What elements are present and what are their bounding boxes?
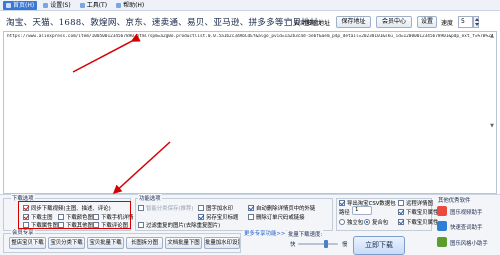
download-options-title: 下载选项 [11,194,35,202]
url-textarea[interactable]: https://www.aliexpress.com/item/10050012… [3,31,497,194]
checkbox[interactable] [93,214,99,220]
option-main-image[interactable]: 下载主图 [23,213,53,221]
radio-standalone[interactable]: 独立包 [339,218,363,226]
help-icon [116,2,122,8]
option-remote-detail[interactable]: 远程详情图 [398,199,433,207]
option-smart-save[interactable]: 智能分类保存(推荐) [138,204,193,212]
batch-download-button[interactable]: 宝贝批量下载 [87,237,124,249]
option-remove-external-links[interactable]: 自动删除详情页中的外链 [248,204,315,212]
long-image-split-button[interactable]: 长图拆分图 [126,237,163,249]
more-tools-link[interactable]: 更多专享功能>> [243,229,287,237]
checkbox[interactable] [398,219,404,225]
option-filter-duplicate[interactable]: 过滤重复的图片(去除重复图片) [138,221,220,229]
category-download-button[interactable]: 宝贝分类下载 [48,237,85,249]
settings-icon [43,2,49,8]
speed-slider-track[interactable] [298,243,338,245]
settings-button[interactable]: 设置 [417,16,437,28]
option-save-title[interactable]: 另存宝贝标题 [198,213,238,221]
batch-watermark-button[interactable]: 批量加水印设置 [204,237,240,249]
checkbox[interactable] [138,222,144,228]
radio[interactable] [339,219,345,225]
checkbox[interactable] [198,205,204,211]
checkbox[interactable] [23,205,29,211]
menu-home[interactable]: 首页(H) [3,0,38,10]
batch-speed-title: 批量下载速度: [287,230,324,238]
speed-slider-thumb[interactable] [324,240,328,248]
checkbox[interactable] [138,205,144,211]
option-color-image[interactable]: 下载颜色图 [58,213,93,221]
checkbox[interactable] [248,214,254,220]
download-now-button[interactable]: 立即下载 [353,236,405,255]
checkbox[interactable] [398,209,404,215]
option-review-image[interactable]: 下载评论图 [93,221,128,229]
option-remove-size-links[interactable]: 删除订单尺码或链接 [248,213,305,221]
option-watermark[interactable]: 图字加水印 [198,204,233,212]
path-label: 路径 [339,210,350,216]
option-other-image[interactable]: 下载其他图 [58,221,93,229]
speed-stepper[interactable] [473,16,479,28]
video-helper-icon[interactable] [437,206,447,216]
side-tool-1-label[interactable]: 图乐视频助手 [449,208,484,216]
checkbox[interactable] [23,214,29,220]
checkbox[interactable] [198,214,204,220]
radio-composite[interactable]: 复合包 [364,218,388,226]
checkbox[interactable] [93,222,99,228]
save-address-button[interactable]: 保存地址 [336,16,371,28]
keyword-helper-icon[interactable] [437,221,447,231]
url-text: https://www.aliexpress.com/item/10050012… [7,34,493,39]
scroll-down-icon[interactable]: ▼ [489,123,495,129]
speed-fast-label: 快 [289,240,297,248]
speed-slow-label: 慢 [341,240,349,248]
menu-settings[interactable]: 设置(S) [40,1,74,10]
doc-batch-image-button[interactable]: 文档批量下图 [165,237,202,249]
speed-input[interactable]: 5 [458,16,473,28]
radio[interactable] [364,219,370,225]
tools-icon [79,2,85,8]
member-tools-title: 会员专享 [11,228,35,236]
speed-label: 速度 [441,20,454,27]
side-tools-title: 其他优秀软件 [437,196,472,204]
option-sync-video[interactable]: 同步下载视频(主图、描述、评论) [23,204,111,212]
checkbox[interactable] [339,200,345,206]
download-shop-button[interactable]: 整店宝贝下载 [9,237,46,249]
checkbox[interactable] [398,200,404,206]
member-center-button[interactable]: 会员中心 [376,16,412,28]
home-icon [6,2,11,8]
scroll-up-icon[interactable]: ▲ [489,33,495,39]
menu-tools[interactable]: 工具(T) [77,1,110,10]
menu-help[interactable]: 帮助(H) [113,1,147,10]
auto-open-checkbox[interactable] [286,19,292,26]
checkbox[interactable] [58,214,64,220]
checkbox[interactable] [58,222,64,228]
option-mobile-detail[interactable]: 下载手机详情 [93,213,133,221]
auto-open-option[interactable]: 自动触刷地址 [286,18,330,27]
address-label: 淘宝、天猫、1688、敦煌网、京东、速卖通、易贝、亚马逊、拼多多等宝贝地址: [6,18,322,28]
option-download-attr-b[interactable]: 下载宝贝属性 [398,218,438,226]
side-tool-2-label[interactable]: 快速查词助手 [449,223,484,231]
option-download-attr-a[interactable]: 下载宝贝属性 [398,208,438,216]
checkbox[interactable] [248,205,254,211]
side-tool-3-label[interactable]: 图乐风格小助手 [449,239,489,247]
menubar: 首页(H) 设置(S) 工具(T) 帮助(H) [0,0,500,11]
function-options-title: 功能选项 [138,194,162,202]
path-dropdown[interactable]: 1 [352,206,372,215]
style-helper-icon[interactable] [437,237,447,247]
